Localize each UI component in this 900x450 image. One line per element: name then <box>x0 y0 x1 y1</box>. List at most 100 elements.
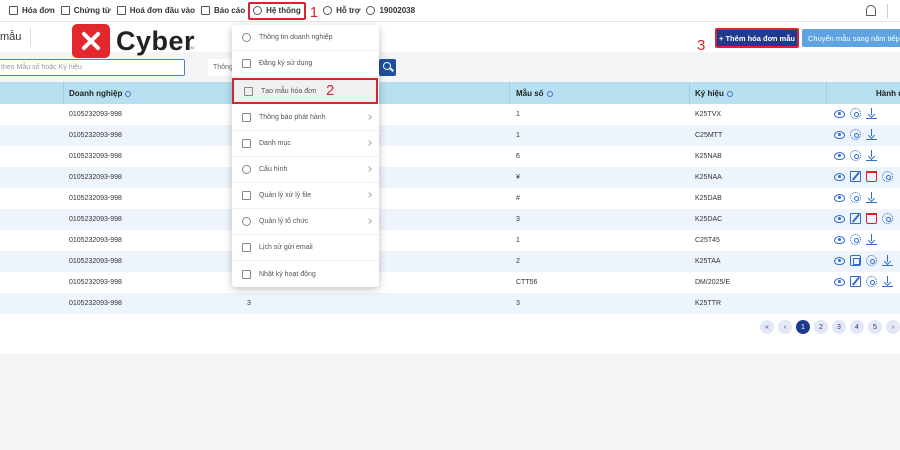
convert-template-button[interactable]: Chuyển mẫu sang năm tiếp <box>802 29 900 47</box>
page-2-button[interactable]: 2 <box>814 320 828 334</box>
settings-icon[interactable] <box>866 255 877 266</box>
row-actions <box>834 213 893 224</box>
pagination: « ‹ 1 2 3 4 5 › <box>760 320 900 334</box>
cell-company: 0105232093-998 <box>69 111 122 118</box>
menu-item-file-processing[interactable]: Quản lý xử lý file <box>232 183 379 209</box>
table-row: 0105232093-998 # K25DAB <box>0 188 900 209</box>
nav-label: Chứng từ <box>73 6 111 15</box>
download-icon[interactable] <box>866 150 877 161</box>
menu-item-company-info[interactable]: Thông tin doanh nghiệp <box>232 25 379 51</box>
table-row: 0105232093-998 ¥ K25NAA <box>0 167 900 188</box>
edit-icon[interactable] <box>850 171 861 182</box>
inbox-icon <box>116 6 126 15</box>
settings-icon[interactable] <box>850 234 861 245</box>
download-icon[interactable] <box>866 192 877 203</box>
top-nav: Hóa đơn Chứng từ Hoá đơn đầu vào Báo cáo… <box>0 0 900 22</box>
cell-symbol: DM/2025/E <box>695 279 731 286</box>
menu-item-organization[interactable]: Quản lý tổ chức <box>232 209 379 235</box>
search-button[interactable] <box>379 59 396 76</box>
header-symbol[interactable]: Ký hiệu <box>695 89 733 98</box>
nav-label: Hỗ trợ <box>336 6 361 15</box>
nav-chung-tu[interactable]: Chứng từ <box>58 2 114 20</box>
menu-item-registration[interactable]: Đăng ký sử dụng <box>232 51 379 77</box>
sort-icon <box>546 91 553 97</box>
view-icon[interactable] <box>834 131 845 139</box>
next-page-button[interactable]: › <box>886 320 900 334</box>
nav-ho-tro[interactable]: Hỗ trợ <box>320 2 363 20</box>
page-3-button[interactable]: 3 <box>832 320 846 334</box>
view-icon[interactable] <box>834 173 845 181</box>
view-icon[interactable] <box>834 152 845 160</box>
nav-hoa-don-dau-vao[interactable]: Hoá đơn đầu vào <box>114 2 198 20</box>
row-actions <box>834 255 893 266</box>
header-company[interactable]: Doanh nghiệp <box>69 89 132 98</box>
nav-bao-cao[interactable]: Báo cáo <box>198 2 248 20</box>
settings-icon[interactable] <box>882 213 893 224</box>
delete-icon[interactable] <box>866 213 877 224</box>
download-icon[interactable] <box>866 129 877 140</box>
row-actions <box>834 276 893 287</box>
view-icon[interactable] <box>834 110 845 118</box>
phone-icon <box>366 6 376 15</box>
page-1-button[interactable]: 1 <box>796 320 810 334</box>
prev-page-button[interactable]: ‹ <box>778 320 792 334</box>
cell-company: 0105232093-998 <box>69 237 122 244</box>
search-input[interactable]: theo Mẫu số hoặc Ký hiệu <box>0 59 185 76</box>
view-icon[interactable] <box>834 278 845 286</box>
download-icon[interactable] <box>882 255 893 266</box>
first-page-button[interactable]: « <box>760 320 774 334</box>
page-4-button[interactable]: 4 <box>850 320 864 334</box>
cell-symbol: K25DAC <box>695 216 723 223</box>
download-icon[interactable] <box>882 276 893 287</box>
view-icon[interactable] <box>834 215 845 223</box>
menu-item-release-notice[interactable]: Thông báo phát hành <box>232 105 379 131</box>
menu-item-label: Danh mục <box>259 140 291 147</box>
copy-icon[interactable] <box>850 255 861 266</box>
view-icon[interactable] <box>834 194 845 202</box>
settings-icon[interactable] <box>850 108 861 119</box>
list-icon <box>244 86 253 96</box>
cell-symbol: K25TVX <box>695 111 722 118</box>
cell-form: 1 <box>516 237 520 244</box>
mail-icon <box>242 243 251 252</box>
menu-item-email-history[interactable]: Lịch sử gửi email <box>232 235 379 261</box>
settings-icon[interactable] <box>850 129 861 140</box>
hotline-number: 19002038 <box>379 6 416 15</box>
settings-icon[interactable] <box>882 171 893 182</box>
header-label: Ký hiệu <box>695 89 724 98</box>
page-5-button[interactable]: 5 <box>868 320 882 334</box>
edit-icon[interactable] <box>850 276 861 287</box>
divider <box>509 82 510 104</box>
add-invoice-template-button[interactable]: + Thêm hóa đơn mẫu <box>715 28 799 48</box>
table-row: 0105232093-998 1 C25MTT <box>0 125 900 146</box>
cell-company: 0105232093-998 <box>69 279 122 286</box>
nav-hotline[interactable]: 19002038 <box>363 2 418 20</box>
header-form[interactable]: Mẫu số <box>516 89 553 98</box>
edit-icon[interactable] <box>850 213 861 224</box>
view-icon[interactable] <box>834 236 845 244</box>
settings-icon[interactable] <box>850 192 861 203</box>
cell-form: 6 <box>516 153 520 160</box>
nav-he-thong[interactable]: Hệ thống <box>248 1 306 20</box>
view-icon[interactable] <box>834 257 845 265</box>
menu-item-activity-log[interactable]: Nhật ký hoạt động <box>232 261 379 287</box>
settings-icon[interactable] <box>850 150 861 161</box>
download-icon[interactable] <box>866 108 877 119</box>
cell-form: ¥ <box>516 174 520 181</box>
cell-symbol: K25TTR <box>695 300 722 307</box>
menu-item-catalog[interactable]: Danh mục <box>232 131 379 157</box>
table-row: 0105232093-998 3 3 K25TTR <box>0 293 900 314</box>
download-icon[interactable] <box>866 234 877 245</box>
settings-icon[interactable] <box>866 276 877 287</box>
bell-icon[interactable] <box>866 5 876 16</box>
cell-company: 0105232093-998 <box>69 195 122 202</box>
filter-select-value: Thông <box>213 64 233 71</box>
nav-label: Hóa đơn <box>22 6 55 15</box>
gear-icon <box>242 165 251 174</box>
nav-hoa-don[interactable]: Hóa đơn <box>6 2 58 20</box>
gear-icon <box>253 6 263 15</box>
cell-company: 0105232093-998 <box>69 258 122 265</box>
menu-item-create-template[interactable]: Tạo mẫu hóa đơn <box>232 78 378 104</box>
delete-icon[interactable] <box>866 171 877 182</box>
menu-item-config[interactable]: Cấu hình <box>232 157 379 183</box>
